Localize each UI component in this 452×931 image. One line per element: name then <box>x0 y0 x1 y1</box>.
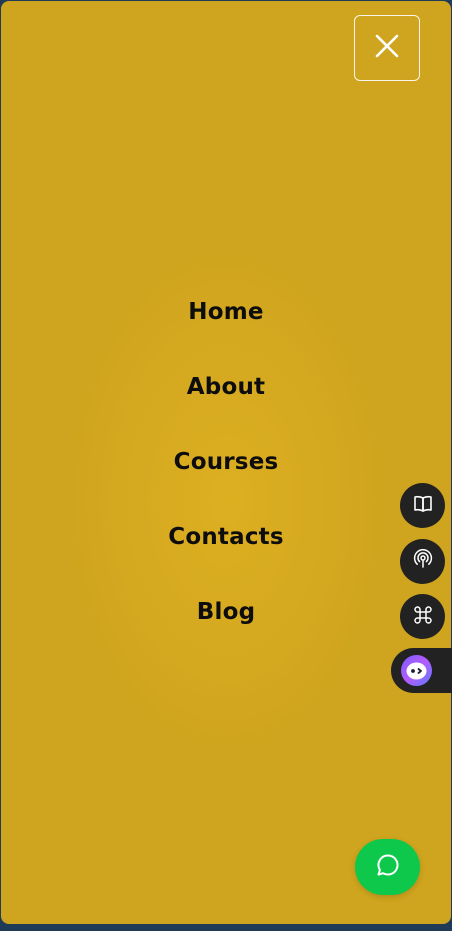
main-menu: Home About Courses Contacts Blog <box>1 291 451 666</box>
close-menu-button[interactable] <box>354 15 420 81</box>
menu-item-blog[interactable]: Blog <box>197 591 255 666</box>
reader-button[interactable] <box>400 483 445 528</box>
menu-item-home[interactable]: Home <box>188 291 263 366</box>
menu-item-courses[interactable]: Courses <box>174 441 279 516</box>
mobile-menu-overlay: Home About Courses Contacts Blog <box>1 1 451 924</box>
menu-item-about[interactable]: About <box>187 366 265 441</box>
shortcuts-button[interactable] <box>400 594 445 639</box>
podcast-icon <box>412 548 434 575</box>
chat-button[interactable] <box>355 839 420 895</box>
menu-item-contacts[interactable]: Contacts <box>168 516 284 591</box>
close-icon <box>374 33 400 63</box>
podcast-button[interactable] <box>400 539 445 584</box>
assistant-tab[interactable] <box>391 648 452 693</box>
command-icon <box>413 605 433 629</box>
assistant-face-icon <box>401 655 432 686</box>
chat-bubble-icon <box>375 852 401 882</box>
book-icon <box>412 493 434 519</box>
